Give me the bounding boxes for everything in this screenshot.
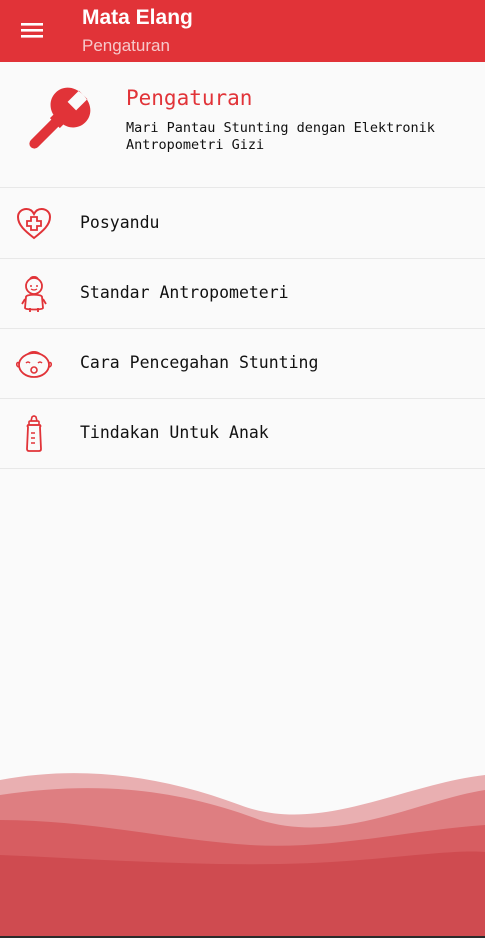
header-title: Pengaturan <box>126 86 253 110</box>
header-description: Mari Pantau Stunting dengan Elektronik A… <box>126 120 435 153</box>
menu-item-label: Tindakan Untuk Anak <box>80 423 269 442</box>
baby-face-icon <box>14 345 54 383</box>
menu-item-posyandu[interactable]: Posyandu <box>0 189 485 259</box>
baby-bottle-icon <box>14 415 54 453</box>
menu-item-cara-pencegahan-stunting[interactable]: Cara Pencegahan Stunting <box>0 329 485 399</box>
hamburger-menu-icon <box>21 23 43 38</box>
settings-header: Pengaturan Mari Pantau Stunting dengan E… <box>0 62 485 188</box>
decorative-waves <box>0 773 485 938</box>
menu-list: Posyandu Standar Antropometeri Cara Penc… <box>0 189 485 469</box>
menu-item-label: Standar Antropometeri <box>80 283 289 302</box>
app-subtitle: Pengaturan <box>82 36 170 55</box>
baby-icon <box>14 275 54 313</box>
menu-item-standar-antropometeri[interactable]: Standar Antropometeri <box>0 259 485 329</box>
app-title: Mata Elang <box>82 6 193 29</box>
menu-item-label: Posyandu <box>80 213 160 232</box>
menu-item-label: Cara Pencegahan Stunting <box>80 353 319 372</box>
menu-item-tindakan-untuk-anak[interactable]: Tindakan Untuk Anak <box>0 399 485 469</box>
menu-button[interactable] <box>12 10 52 50</box>
wrench-icon <box>29 87 91 149</box>
heart-plus-icon <box>14 205 54 243</box>
app-bar: Mata Elang Pengaturan <box>0 0 485 62</box>
